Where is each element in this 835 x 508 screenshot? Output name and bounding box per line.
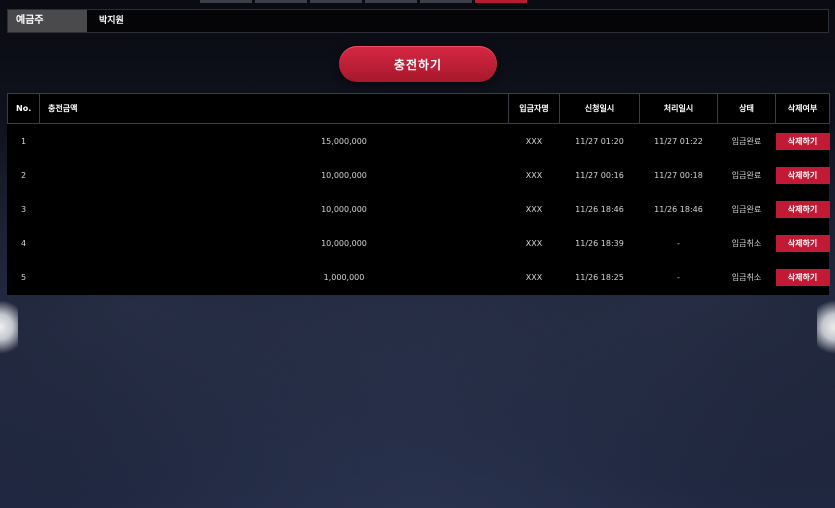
- top-tab-active[interactable]: [475, 0, 527, 3]
- cell-processed-time: -: [677, 238, 680, 248]
- cell-delete: 삭제하기: [775, 124, 830, 159]
- cell-request-time: 11/26 18:39: [575, 238, 624, 248]
- cell-depositor-name: XXX: [525, 170, 543, 180]
- table-header-row: No. 충전금액 입금자명 신청일시 처리일시 상태 삭제여부: [7, 93, 830, 124]
- cell-request-time: 11/27 00:16: [575, 170, 624, 180]
- top-tab[interactable]: [365, 0, 417, 3]
- cell-status: 입금완료: [731, 170, 762, 180]
- cell-no: 1: [20, 136, 27, 146]
- cell-amount: 10,000,000: [321, 204, 367, 214]
- cell-delete: 삭제하기: [775, 260, 830, 294]
- cell-depositor-name: XXX: [525, 204, 543, 214]
- cell-status: 입금취소: [731, 272, 762, 282]
- cell-no: 2: [20, 170, 27, 180]
- cell-request-time: 11/26 18:46: [575, 204, 624, 214]
- cell-amount: 1,000,000: [323, 272, 365, 282]
- delete-button[interactable]: 삭제하기: [775, 200, 830, 218]
- table-row: 2 10,000,000 XXX 11/27 00:16 11/27 00:18…: [8, 158, 830, 192]
- cell-request-time: 11/26 18:25: [575, 272, 624, 282]
- cell-no: 5: [20, 272, 27, 282]
- cell-status: 입금완료: [731, 204, 762, 214]
- cell-status: 입금완료: [731, 136, 762, 146]
- depositor-label: 예금주: [8, 10, 87, 32]
- top-tab[interactable]: [420, 0, 472, 3]
- top-tab-strip: [200, 0, 527, 3]
- delete-button[interactable]: 삭제하기: [775, 268, 830, 286]
- decorative-glow-right: [817, 296, 835, 358]
- delete-button[interactable]: 삭제하기: [775, 132, 830, 150]
- cell-request-time: 11/27 01:20: [575, 136, 624, 146]
- cell-no: 3: [20, 204, 27, 214]
- delete-button[interactable]: 삭제하기: [775, 234, 830, 252]
- header-request-time: 신청일시: [559, 93, 640, 124]
- cell-processed-time: 11/27 00:18: [654, 170, 703, 180]
- table-row: 1 15,000,000 XXX 11/27 01:20 11/27 01:22…: [8, 124, 830, 159]
- header-no: No.: [7, 93, 40, 124]
- cell-depositor-name: XXX: [525, 136, 543, 146]
- header-depositor-name: 입금자명: [508, 93, 560, 124]
- cell-depositor-name: XXX: [525, 272, 543, 282]
- header-amount: 충전금액: [39, 93, 509, 124]
- header-status: 상태: [717, 93, 776, 124]
- cell-processed-time: 11/27 01:22: [654, 136, 703, 146]
- cell-no: 4: [20, 238, 27, 248]
- decorative-glow-left: [0, 296, 18, 358]
- table-row: 5 1,000,000 XXX 11/26 18:25 - 입금취소 삭제하기: [8, 260, 830, 294]
- depositor-value: 박지원: [99, 16, 124, 26]
- header-delete: 삭제여부: [775, 93, 830, 124]
- cell-delete: 삭제하기: [775, 158, 830, 192]
- header-processed-time: 처리일시: [639, 93, 718, 124]
- cell-amount: 10,000,000: [321, 238, 367, 248]
- cell-delete: 삭제하기: [775, 192, 830, 226]
- cell-status: 입금취소: [731, 238, 762, 248]
- cell-amount: 10,000,000: [321, 170, 367, 180]
- charge-history-table: No. 충전금액 입금자명 신청일시 처리일시 상태 삭제여부 1 15,000…: [7, 93, 830, 294]
- table-row: 3 10,000,000 XXX 11/26 18:46 11/26 18:46…: [8, 192, 830, 226]
- top-tab[interactable]: [310, 0, 362, 3]
- table-row: 4 10,000,000 XXX 11/26 18:39 - 입금취소 삭제하기: [8, 226, 830, 260]
- delete-button[interactable]: 삭제하기: [775, 166, 830, 184]
- depositor-bar: 예금주 박지원: [7, 9, 829, 33]
- cell-depositor-name: XXX: [525, 238, 543, 248]
- top-tab[interactable]: [200, 0, 252, 3]
- cell-delete: 삭제하기: [775, 226, 830, 260]
- charge-button[interactable]: 충전하기: [339, 46, 497, 82]
- cell-processed-time: -: [677, 272, 680, 282]
- charge-history-table-wrap: No. 충전금액 입금자명 신청일시 처리일시 상태 삭제여부 1 15,000…: [7, 93, 830, 295]
- cell-processed-time: 11/26 18:46: [654, 204, 703, 214]
- top-tab[interactable]: [255, 0, 307, 3]
- cell-amount: 15,000,000: [321, 136, 367, 146]
